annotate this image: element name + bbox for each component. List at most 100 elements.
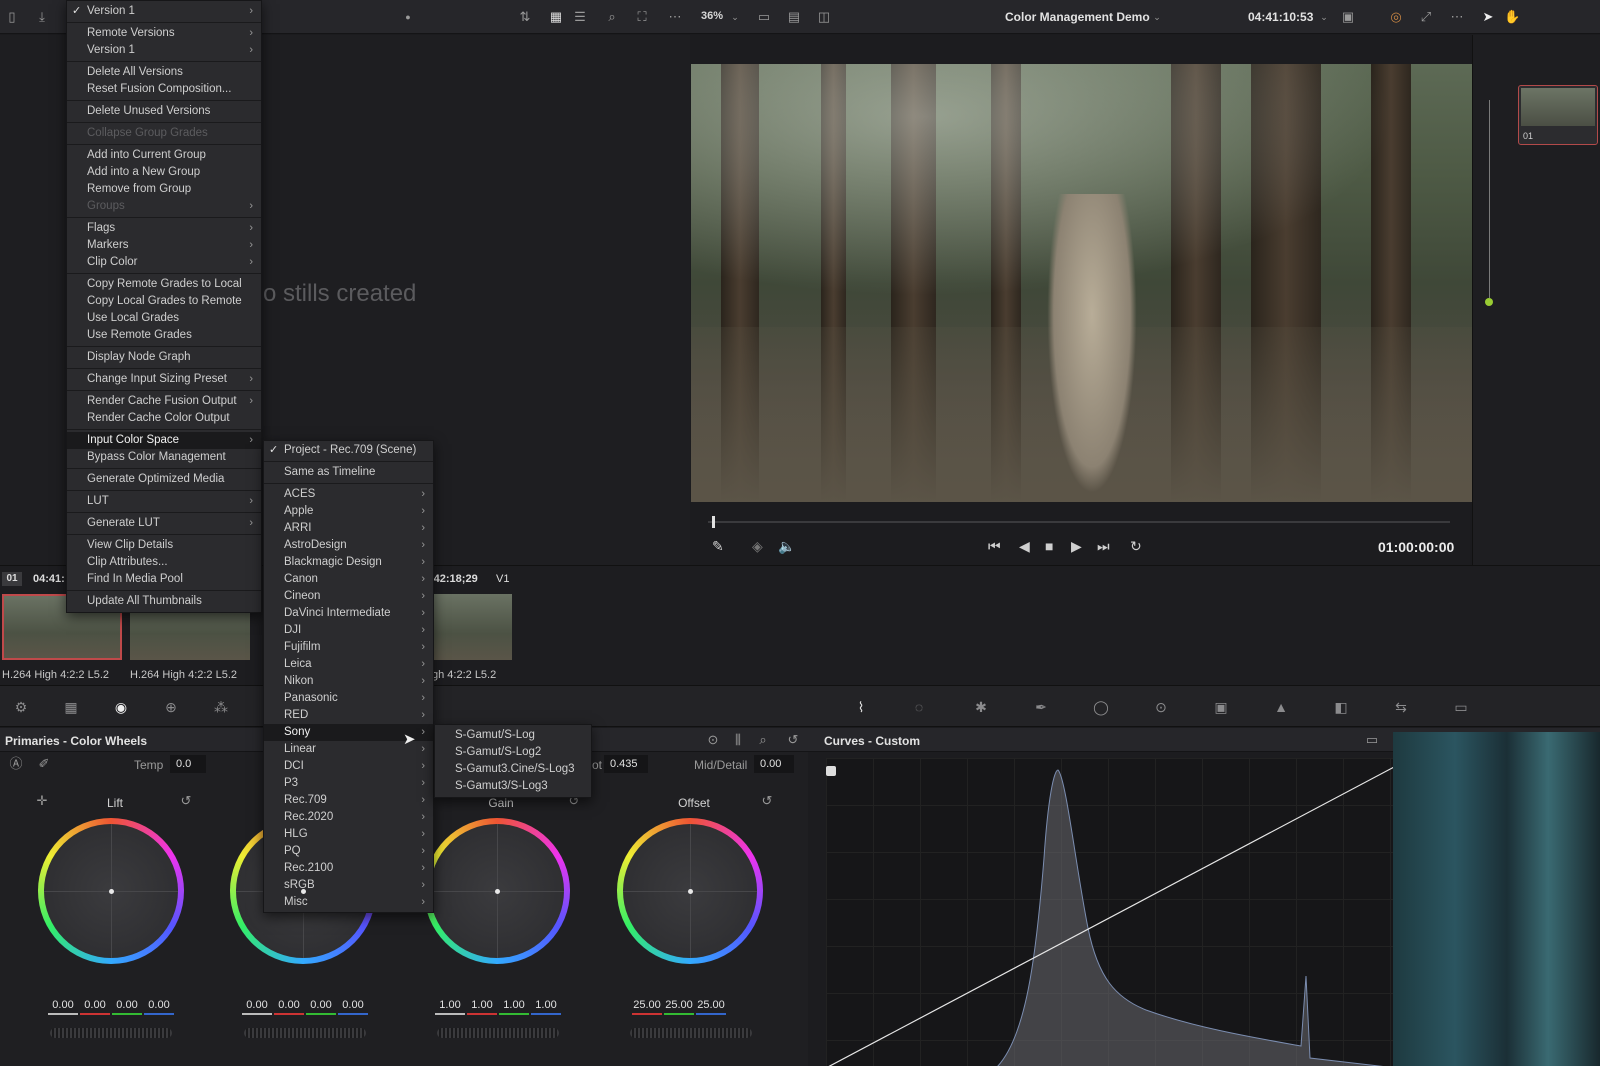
menu-item-sgamut3cine-slog3[interactable]: S-Gamut3.Cine/S-Log3 [435, 761, 591, 778]
menu-item-copy-remote-to-local[interactable]: Copy Remote Grades to Local [67, 276, 261, 293]
qualifier-icon[interactable]: ✱ [972, 698, 990, 716]
menu-item-rec2020[interactable]: Rec.2020 › [264, 809, 433, 826]
menu-item-generate-lut[interactable]: Generate LUT › [67, 515, 261, 532]
pivot-field[interactable]: 0.435 [604, 755, 648, 773]
split-view-icon[interactable]: ▤ [786, 9, 802, 25]
step-back-icon[interactable]: ◀ [1019, 538, 1030, 554]
chevron-down-icon[interactable]: ⌄ [727, 9, 743, 25]
menu-item-clip-color[interactable]: Clip Color › [67, 254, 261, 271]
curve-options-icon[interactable]: ▭ [1364, 732, 1380, 748]
menu-item-delete-all-versions[interactable]: Delete All Versions [67, 64, 261, 81]
menu-item-hlg[interactable]: HLG › [264, 826, 433, 843]
color-warper-icon[interactable]: ◌ [910, 698, 928, 716]
menu-item-srgb[interactable]: sRGB › [264, 877, 433, 894]
sizing-icon[interactable]: ⇆ [1392, 698, 1410, 716]
grid-view-icon[interactable]: ▦ [548, 9, 564, 25]
wheel-puck[interactable] [495, 889, 500, 894]
play-icon[interactable]: ▶ [1071, 538, 1082, 554]
menu-item-markers[interactable]: Markers › [67, 237, 261, 254]
menu-item-render-cache-fusion[interactable]: Render Cache Fusion Output › [67, 393, 261, 410]
menu-item-add-new-group[interactable]: Add into a New Group [67, 164, 261, 181]
menu-item-rec2100[interactable]: Rec.2100 › [264, 860, 433, 877]
menu-item-delete-unused-versions[interactable]: Delete Unused Versions [67, 103, 261, 120]
gain-wheel[interactable] [424, 818, 570, 964]
curve-point-handle[interactable] [826, 766, 836, 776]
menu-item-find-in-media-pool[interactable]: Find In Media Pool [67, 571, 261, 588]
blur-icon[interactable]: ▲ [1272, 698, 1290, 716]
reset-icon[interactable]: ↺ [785, 732, 801, 748]
lift-values[interactable]: 0.00 0.00 0.00 0.00 [48, 999, 176, 1015]
auto-balance-icon[interactable]: Ⓐ [8, 756, 24, 772]
more-icon[interactable]: ⋯ [1449, 9, 1465, 25]
offset-master-wheel[interactable] [630, 1028, 752, 1038]
temp-field[interactable]: 0.0 [170, 755, 206, 773]
menu-item-dci[interactable]: DCI › [264, 758, 433, 775]
menu-item-lut[interactable]: LUT › [67, 493, 261, 510]
menu-item-aces[interactable]: ACES › [264, 486, 433, 503]
wheel-puck[interactable] [109, 889, 114, 894]
gain-values[interactable]: 1.00 1.00 1.00 1.00 [435, 999, 563, 1015]
playhead[interactable] [712, 516, 715, 528]
menu-item-display-node-graph[interactable]: Display Node Graph [67, 349, 261, 366]
menu-item-red[interactable]: RED › [264, 707, 433, 724]
lift-gamma-icon[interactable]: ⊙ [705, 732, 721, 748]
menu-item-fujifilm[interactable]: Fujifilm › [264, 639, 433, 656]
camera-raw-icon[interactable]: ⚙ [12, 698, 30, 716]
menu-item-apple[interactable]: Apple › [264, 503, 433, 520]
menu-item-same-as-timeline[interactable]: Same as Timeline [264, 464, 433, 481]
picker-icon[interactable]: ✎ [712, 538, 724, 554]
fit-icon[interactable]: ⛶ [634, 9, 650, 25]
fullscreen-icon[interactable]: ⤢ [1418, 9, 1434, 25]
wheel-puck[interactable] [688, 889, 693, 894]
crosshair-icon[interactable]: ✛ [34, 793, 50, 809]
menu-item-misc[interactable]: Misc › [264, 894, 433, 911]
color-scope-icon[interactable]: ◎ [1388, 9, 1404, 25]
menu-item-update-thumbnails[interactable]: Update All Thumbnails [67, 593, 261, 610]
menu-item-arri[interactable]: ARRI › [264, 520, 433, 537]
zoom-level[interactable]: 36% [701, 10, 723, 22]
skip-start-icon[interactable]: ⏮ [988, 538, 1001, 554]
curves-icon[interactable]: ⌇ [852, 698, 870, 716]
menu-item-p3[interactable]: P3 › [264, 775, 433, 792]
sort-icon[interactable]: ⇅ [517, 9, 533, 25]
eyedropper-icon[interactable]: ✒ [1032, 698, 1050, 716]
3d-icon[interactable]: ▭ [1452, 698, 1470, 716]
wheel-puck[interactable] [301, 889, 306, 894]
color-match-icon[interactable]: ▦ [62, 698, 80, 716]
menu-item-input-color-space[interactable]: Input Color Space › [67, 432, 261, 449]
reset-icon[interactable]: ↺ [759, 793, 775, 809]
menu-item-remote-versions[interactable]: Remote Versions › [67, 25, 261, 42]
compare-icon[interactable]: ◫ [816, 9, 832, 25]
menu-item-remove-from-group[interactable]: Remove from Group [67, 181, 261, 198]
log-icon[interactable]: ⌕ [755, 732, 771, 748]
gain-master-wheel[interactable] [437, 1028, 559, 1038]
menu-item-render-cache-color[interactable]: Render Cache Color Output [67, 410, 261, 427]
white-balance-picker-icon[interactable]: ✐ [36, 756, 52, 772]
stop-icon[interactable]: ■ [1045, 538, 1053, 554]
list-view-icon[interactable]: ☰ [572, 9, 588, 25]
menu-item-dji[interactable]: DJI › [264, 622, 433, 639]
slider-knob-icon[interactable]: ● [400, 9, 416, 25]
project-name[interactable]: Color Management Demo [1005, 10, 1150, 24]
menu-item-view-clip-details[interactable]: View Clip Details [67, 537, 261, 554]
menu-item-generate-optimized-media[interactable]: Generate Optimized Media [67, 471, 261, 488]
menu-item-cineon[interactable]: Cineon › [264, 588, 433, 605]
menu-item-project-colorspace[interactable]: ✓ Project - Rec.709 (Scene) [264, 442, 433, 459]
menu-item-sgamut3-slog3[interactable]: S-Gamut3/S-Log3 [435, 778, 591, 795]
hdr-icon[interactable]: ▣ [1340, 9, 1356, 25]
menu-item-flags[interactable]: Flags › [67, 220, 261, 237]
color-wheels-icon[interactable]: ◉ [112, 698, 130, 716]
layers-icon[interactable]: ◈ [752, 538, 763, 554]
chevron-down-icon[interactable]: ⌄ [1149, 9, 1165, 25]
menu-item-sgamut-slog2[interactable]: S-Gamut/S-Log2 [435, 744, 591, 761]
menu-item-panasonic[interactable]: Panasonic › [264, 690, 433, 707]
clip-thumbnail[interactable] [430, 594, 512, 660]
panel-toggle-icon[interactable]: ▯ [4, 9, 20, 25]
hand-icon[interactable]: ✋ [1504, 9, 1520, 25]
menu-item-use-remote-grades[interactable]: Use Remote Grades [67, 327, 261, 344]
menu-item-canon[interactable]: Canon › [264, 571, 433, 588]
middetail-field[interactable]: 0.00 [754, 755, 794, 773]
offset-values[interactable]: 25.00 25.00 25.00 [632, 999, 728, 1015]
node-output-icon[interactable] [1485, 298, 1493, 306]
menu-item-input-sizing-preset[interactable]: Change Input Sizing Preset › [67, 371, 261, 388]
